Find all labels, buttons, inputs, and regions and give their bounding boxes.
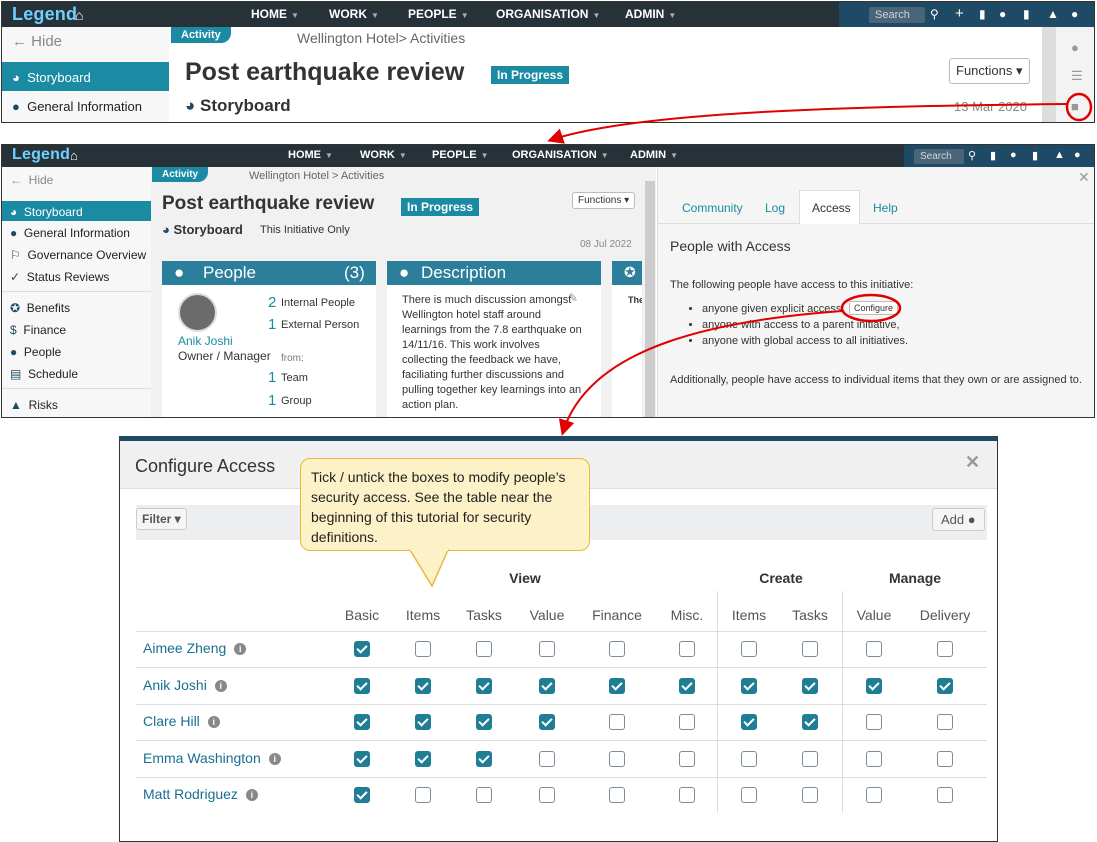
callout-pointer — [408, 549, 450, 588]
highlight-ring — [1065, 92, 1093, 122]
annotation-overlay — [408, 92, 1093, 588]
callout-pointer-mask — [410, 548, 448, 551]
highlight-ring — [840, 293, 902, 323]
annotation-arrow — [547, 103, 1068, 144]
annotation-arrow — [558, 310, 843, 436]
